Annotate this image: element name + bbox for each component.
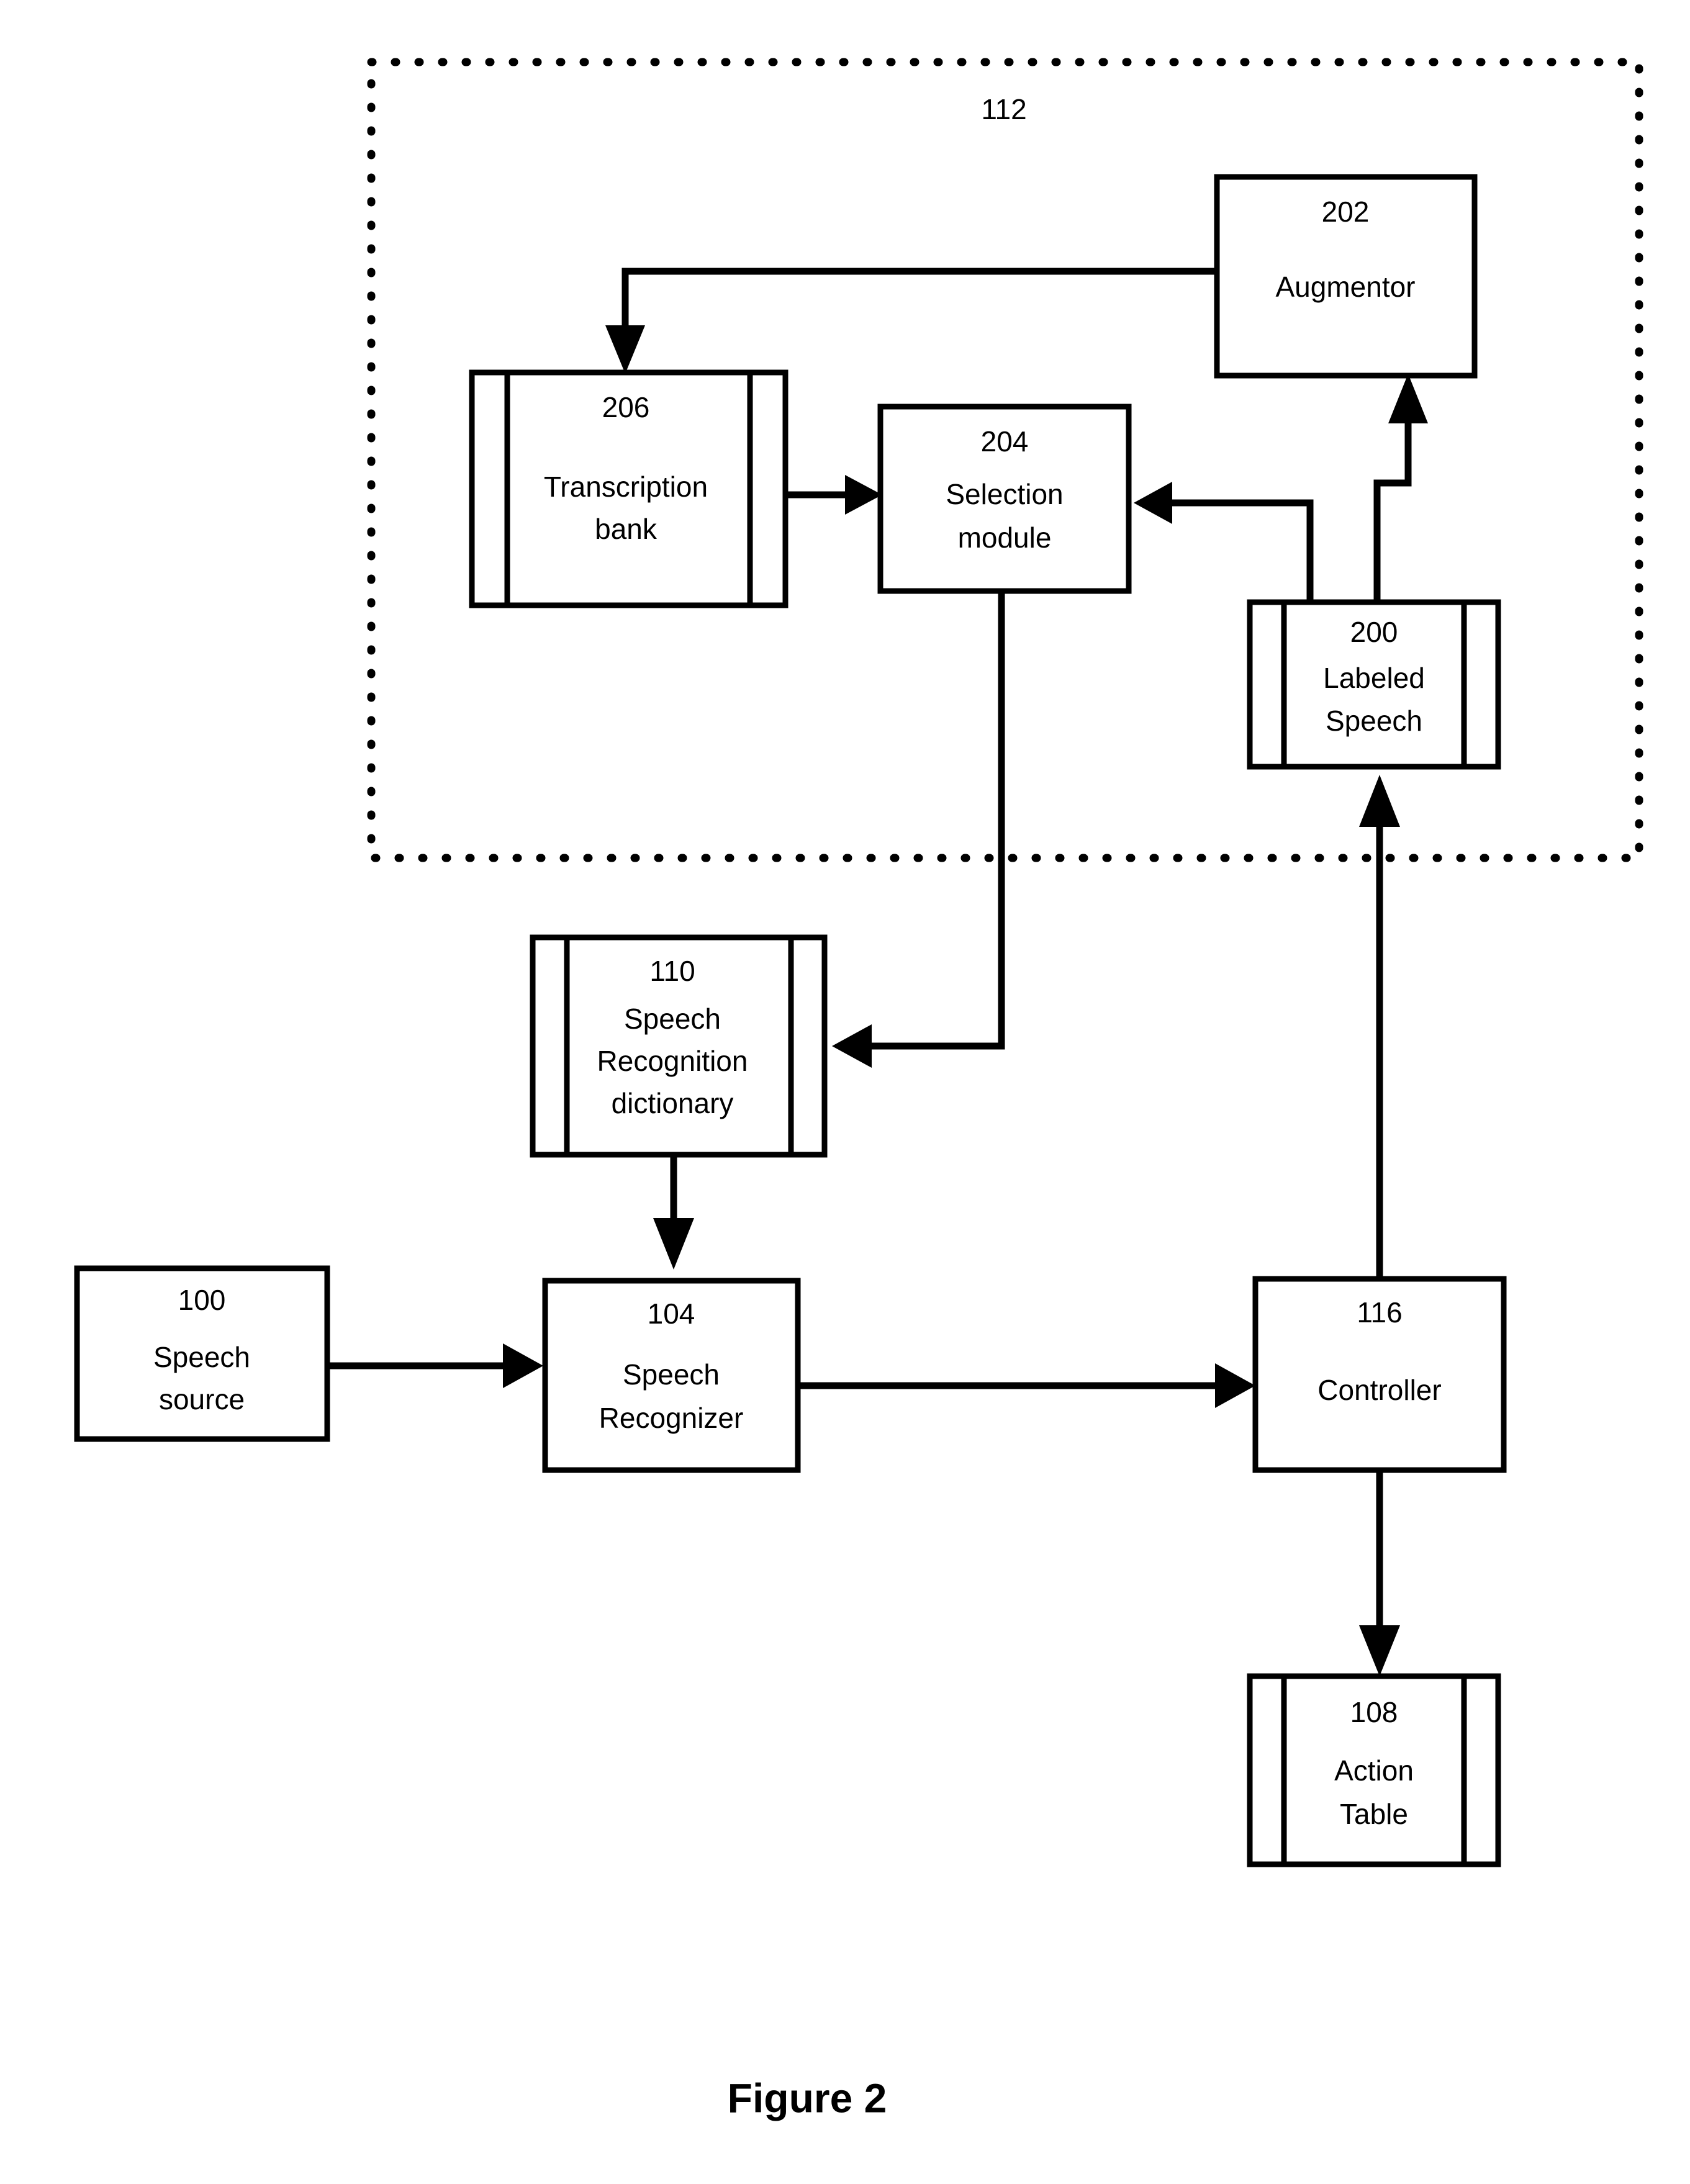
connector-transcription-bank-to-selection-module	[785, 475, 882, 515]
arrowhead-right	[503, 1343, 543, 1388]
block-augmentor[interactable]: 202 Augmentor	[1214, 174, 1478, 379]
arrowhead-left	[1134, 482, 1172, 524]
controller-ref: 116	[1357, 1296, 1402, 1329]
sr-dictionary-label-line3: dictionary	[612, 1087, 734, 1119]
connector-selection-module-to-sr-dictionary	[832, 591, 1005, 1068]
labeled-speech-label-line2: Speech	[1326, 705, 1422, 737]
speech-recognizer-label-line2: Recognizer	[599, 1402, 744, 1434]
speech-source-label-line2: source	[159, 1383, 245, 1415]
connector-speech-source-to-speech-recognizer	[327, 1343, 543, 1388]
arrowhead-down	[605, 325, 645, 374]
connector-labeled-speech-to-selection-module	[1134, 482, 1314, 602]
block-selection-module[interactable]: 204 Selection module	[877, 404, 1132, 594]
speech-recognizer-label-line1: Speech	[623, 1358, 720, 1391]
action-table-ref: 108	[1350, 1696, 1398, 1728]
controller-label: Controller	[1317, 1374, 1441, 1406]
selection-module-label-line1: Selection	[946, 478, 1063, 510]
sr-dictionary-ref: 110	[649, 955, 695, 987]
arrowhead-up	[1359, 775, 1400, 827]
block-labeled-speech[interactable]: 200 Labeled Speech	[1247, 599, 1501, 770]
arrowhead-right	[845, 475, 882, 515]
connector-augmentor-to-transcription-bank	[605, 268, 1217, 374]
arrowhead-left	[832, 1024, 872, 1068]
connector-sr-dictionary-to-speech-recognizer	[653, 1155, 694, 1270]
augmentor-label: Augmentor	[1275, 271, 1415, 303]
arrowhead-down	[653, 1218, 694, 1270]
block-speech-source[interactable]: 100 Speech source	[74, 1265, 330, 1442]
speech-source-ref: 100	[178, 1284, 226, 1316]
speech-recognizer-ref: 104	[648, 1297, 695, 1330]
arrowhead-up	[1388, 374, 1428, 423]
action-table-label-line2: Table	[1340, 1798, 1408, 1830]
selection-module-ref: 204	[981, 425, 1029, 458]
transcription-bank-ref: 206	[602, 391, 650, 423]
block-controller[interactable]: 116 Controller	[1252, 1276, 1507, 1473]
block-speech-recognition-dictionary[interactable]: 110 Speech Recognition dictionary	[530, 934, 828, 1158]
connector-controller-to-action-table	[1359, 1470, 1400, 1676]
diagram-canvas: 112 202 Augmentor 206 Transcription bank…	[74, 58, 1643, 2121]
speech-source-label-line1: Speech	[153, 1341, 250, 1373]
connector-controller-to-labeled-speech	[1359, 775, 1400, 1279]
labeled-speech-label-line1: Labeled	[1323, 662, 1425, 694]
patent-figure: 112 202 Augmentor 206 Transcription bank…	[0, 0, 1690, 2184]
action-table-label-line1: Action	[1334, 1754, 1414, 1787]
container-112-ref: 112	[981, 93, 1026, 125]
labeled-speech-ref: 200	[1350, 616, 1398, 648]
sr-dictionary-label-line2: Recognition	[597, 1045, 748, 1077]
transcription-bank-label-line1: Transcription	[544, 471, 708, 503]
sr-dictionary-label-line1: Speech	[624, 1003, 721, 1035]
block-speech-recognizer[interactable]: 104 Speech Recognizer	[542, 1278, 801, 1473]
augmentor-ref: 202	[1322, 196, 1370, 228]
selection-module-label-line2: module	[958, 521, 1052, 554]
arrowhead-down	[1359, 1625, 1400, 1676]
arrowhead-right	[1215, 1363, 1255, 1408]
block-action-table[interactable]: 108 Action Table	[1247, 1673, 1501, 1867]
connector-speech-recognizer-to-controller	[798, 1363, 1255, 1408]
transcription-bank-label-line2: bank	[595, 513, 657, 545]
figure-caption: Figure 2	[728, 2075, 887, 2121]
connector-labeled-speech-to-augmentor	[1373, 374, 1428, 602]
block-transcription-bank[interactable]: 206 Transcription bank	[469, 369, 789, 608]
